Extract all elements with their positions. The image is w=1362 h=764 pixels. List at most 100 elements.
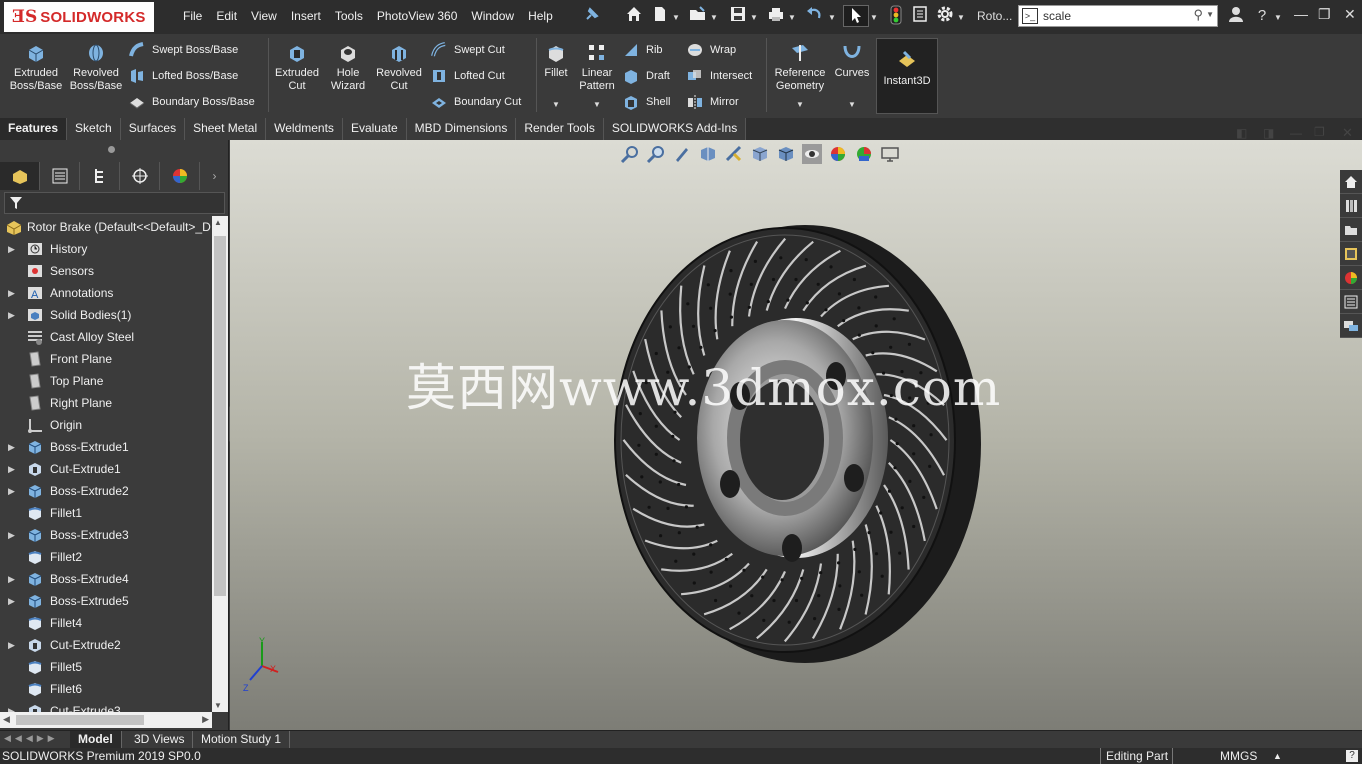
pattern-dropdown-icon[interactable]: ▼: [593, 100, 601, 109]
options-dropdown-icon[interactable]: ▼: [955, 5, 967, 27]
previous-view-icon[interactable]: [672, 144, 692, 164]
tree-item[interactable]: Fillet6: [0, 678, 212, 700]
rib-button[interactable]: Rib: [622, 40, 663, 60]
undo-icon[interactable]: [804, 5, 824, 27]
tab-evaluate[interactable]: Evaluate: [342, 118, 407, 140]
configuration-manager-tab[interactable]: [80, 162, 120, 190]
view-palette-icon[interactable]: [1340, 242, 1362, 266]
print-icon[interactable]: [766, 5, 786, 27]
extruded-cut-button[interactable]: Extruded Cut: [272, 42, 322, 93]
undo-dropdown-icon[interactable]: ▼: [826, 5, 838, 27]
panel-grip-icon[interactable]: [108, 146, 115, 153]
tab-features[interactable]: Features: [0, 118, 68, 140]
brake-rotor-model[interactable]: [600, 200, 1040, 680]
mirror-button[interactable]: Mirror: [686, 92, 739, 112]
draft-button[interactable]: Draft: [622, 66, 670, 86]
options-gear-icon[interactable]: [935, 5, 955, 27]
fillet-dropdown-icon[interactable]: ▼: [552, 100, 560, 109]
menu-window[interactable]: Window: [464, 9, 521, 23]
appearances-icon[interactable]: [1340, 266, 1362, 290]
file-explorer-icon[interactable]: [1340, 218, 1362, 242]
expand-arrow-icon[interactable]: ▶: [8, 288, 15, 299]
expand-arrow-icon[interactable]: ▶: [8, 464, 15, 475]
extruded-boss-button[interactable]: Extruded Boss/Base: [8, 42, 64, 93]
zoom-to-fit-icon[interactable]: [620, 144, 640, 164]
tab-motion-study[interactable]: Motion Study 1: [193, 731, 291, 749]
tree-root[interactable]: Rotor Brake (Default<<Default>_D: [0, 216, 212, 238]
intersect-button[interactable]: Intersect: [686, 66, 752, 86]
tab-3d-views[interactable]: 3D Views: [126, 731, 194, 749]
tab-sketch[interactable]: Sketch: [67, 118, 121, 140]
doc-tile-right-icon[interactable]: ◨: [1263, 126, 1274, 140]
minimize-window-icon[interactable]: —: [1294, 6, 1308, 22]
status-help-icon[interactable]: ?: [1346, 750, 1358, 762]
save-dropdown-icon[interactable]: ▼: [748, 5, 760, 27]
expand-arrow-icon[interactable]: ▶: [8, 442, 15, 453]
revolved-boss-button[interactable]: Revolved Boss/Base: [68, 42, 124, 93]
reference-geometry-button[interactable]: Reference Geometry: [770, 42, 830, 93]
wrap-button[interactable]: Wrap: [686, 40, 736, 60]
swept-boss-button[interactable]: Swept Boss/Base: [128, 40, 238, 60]
doc-close-icon[interactable]: ✕: [1342, 125, 1353, 141]
edit-appearance-icon[interactable]: [828, 144, 848, 164]
units-dropdown-icon[interactable]: ▲: [1273, 748, 1282, 764]
save-icon[interactable]: [728, 5, 748, 27]
pin-icon[interactable]: [582, 5, 602, 27]
print-dropdown-icon[interactable]: ▼: [786, 5, 798, 27]
tree-item[interactable]: ▶ Boss-Extrude4: [0, 568, 212, 590]
instant3d-button[interactable]: Instant3D: [876, 38, 938, 114]
user-icon[interactable]: [1226, 5, 1246, 27]
tree-item[interactable]: Fillet1: [0, 502, 212, 524]
tree-item[interactable]: ▶ History: [0, 238, 212, 260]
units-status[interactable]: MMGS: [1220, 748, 1257, 764]
dynamic-annotation-icon[interactable]: [724, 144, 744, 164]
revolved-cut-button[interactable]: Revolved Cut: [374, 42, 424, 93]
scroll-up-icon[interactable]: ▲: [214, 218, 222, 227]
menu-help[interactable]: Help: [521, 9, 560, 23]
home-icon[interactable]: [624, 5, 644, 27]
shell-button[interactable]: Shell: [622, 92, 670, 112]
tree-item[interactable]: Cast Alloy Steel: [0, 326, 212, 348]
curves-button[interactable]: Curves: [832, 42, 872, 80]
doc-minimize-icon[interactable]: —: [1290, 126, 1302, 140]
tree-item[interactable]: Origin: [0, 414, 212, 436]
scroll-right-icon[interactable]: ▶: [202, 714, 209, 725]
tab-model[interactable]: Model: [70, 731, 122, 749]
menu-file[interactable]: File: [176, 9, 209, 23]
hscrollbar-thumb[interactable]: [16, 715, 144, 725]
view-settings-icon[interactable]: [880, 144, 900, 164]
solidworks-forum-icon[interactable]: [1340, 314, 1362, 338]
tab-solidworks-addins[interactable]: SOLIDWORKS Add-Ins: [603, 118, 747, 140]
doc-restore-icon[interactable]: ❐: [1314, 125, 1325, 139]
scrollbar-thumb[interactable]: [214, 236, 226, 596]
panel-tabs-more-icon[interactable]: ›: [200, 162, 229, 190]
hide-show-items-icon[interactable]: [802, 144, 822, 164]
tree-item[interactable]: ▶ Solid Bodies(1): [0, 304, 212, 326]
select-dropdown-icon[interactable]: ▼: [868, 5, 880, 27]
tab-sheet-metal[interactable]: Sheet Metal: [185, 118, 267, 140]
tab-surfaces[interactable]: Surfaces: [120, 118, 186, 140]
menu-edit[interactable]: Edit: [209, 9, 244, 23]
expand-arrow-icon[interactable]: ▶: [8, 596, 15, 607]
search-box[interactable]: >_ ⚲ ▼: [1018, 5, 1218, 27]
apply-scene-icon[interactable]: [854, 144, 874, 164]
tree-item[interactable]: Sensors: [0, 260, 212, 282]
viewport-tile-left-icon[interactable]: ◫: [1236, 140, 1248, 142]
search-icon[interactable]: ⚲: [1193, 7, 1203, 23]
restore-window-icon[interactable]: ❐: [1318, 6, 1331, 23]
tree-item[interactable]: Fillet2: [0, 546, 212, 568]
linear-pattern-button[interactable]: Linear Pattern: [576, 42, 618, 93]
tree-item[interactable]: ▶ Cut-Extrude2: [0, 634, 212, 656]
expand-arrow-icon[interactable]: ▶: [8, 574, 15, 585]
tree-item[interactable]: Top Plane: [0, 370, 212, 392]
doc-tile-left-icon[interactable]: ◧: [1236, 126, 1247, 140]
scroll-down-icon[interactable]: ▼: [214, 701, 222, 710]
new-dropdown-icon[interactable]: ▼: [670, 5, 682, 27]
help-dropdown-icon[interactable]: ▼: [1272, 5, 1284, 27]
graphics-viewport[interactable]: ◫: [230, 140, 1362, 730]
tree-horizontal-scrollbar[interactable]: ◀ ▶: [0, 712, 212, 728]
tree-item[interactable]: Fillet4: [0, 612, 212, 634]
boundary-boss-button[interactable]: Boundary Boss/Base: [128, 92, 255, 112]
section-view-icon[interactable]: [698, 144, 718, 164]
task-pane-home-icon[interactable]: [1340, 170, 1362, 194]
